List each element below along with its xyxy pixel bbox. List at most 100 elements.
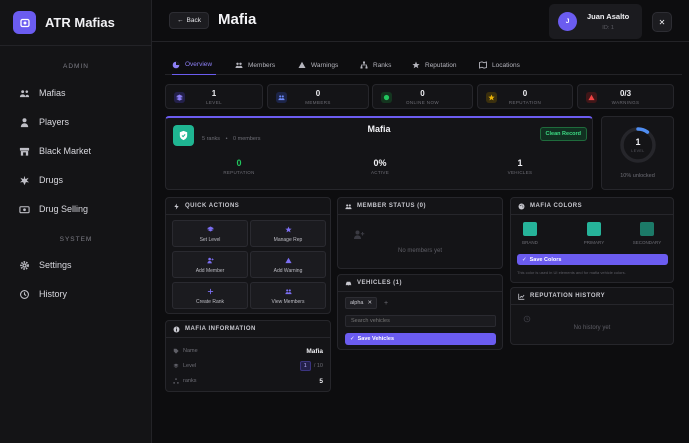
stat-value: 0 xyxy=(522,89,528,98)
info-label: Name xyxy=(173,348,198,354)
tab-locations[interactable]: Locations xyxy=(479,55,520,75)
star-icon xyxy=(284,226,292,233)
sidebar-item-mafias[interactable]: Mafias xyxy=(19,84,66,102)
tag-icon xyxy=(173,348,179,354)
mafia-meta: 5 ranks • 0 members xyxy=(202,136,261,142)
info-icon xyxy=(173,326,180,332)
level-value: 1 xyxy=(635,137,641,147)
level-ring-card: 1 LEVEL 10% unlocked xyxy=(601,116,674,190)
metric-value: 0 xyxy=(236,158,242,168)
info-label: Level xyxy=(173,363,196,369)
button-label: Save Vehicles xyxy=(357,336,394,342)
tab-warnings[interactable]: Warnings xyxy=(298,55,338,75)
metric-value: 1 xyxy=(517,158,523,168)
sidebar-item-label: Drugs xyxy=(39,175,64,185)
vehicle-chip: alpha ✕ xyxy=(345,297,378,309)
save-colors-button[interactable]: ✓ Save Colors xyxy=(517,254,668,265)
sidebar-item-settings[interactable]: Settings xyxy=(19,256,72,274)
card-title: REPUTATION HISTORY xyxy=(530,293,606,299)
secondary-color-swatch[interactable] xyxy=(640,222,654,236)
card-title: MEMBER STATUS (0) xyxy=(357,203,426,209)
vehicle-chip-label: alpha xyxy=(350,300,364,306)
brand-title: ATR Mafias xyxy=(45,15,115,30)
swatch-label: SECONDARY xyxy=(632,240,662,245)
page-title: Mafia xyxy=(218,11,257,28)
map-icon xyxy=(479,61,487,69)
mafia-colors-card: MAFIA COLORS BRAND PRIMARY SECONDARY ✓ S… xyxy=(510,197,674,283)
stat-label: LEVEL xyxy=(205,100,222,105)
tab-label: Reputation xyxy=(425,61,457,69)
history-icon xyxy=(20,289,29,299)
sidebar-item-history[interactable]: History xyxy=(19,285,67,303)
brand-color-swatch[interactable] xyxy=(523,222,537,236)
leaf-icon xyxy=(19,175,30,185)
set-level-button[interactable]: Set Level xyxy=(172,220,248,247)
info-row-level: Level 1 / 10 xyxy=(173,359,323,373)
level-stepper[interactable]: 1 / 10 xyxy=(299,361,323,371)
level-label: LEVEL xyxy=(631,149,645,153)
pie-chart-icon xyxy=(172,61,180,68)
level-input[interactable]: 1 xyxy=(299,361,311,371)
empty-state: No history yet xyxy=(573,325,611,331)
arrow-left-icon: ← xyxy=(177,17,184,24)
info-value: 5 xyxy=(319,377,323,385)
layers-icon xyxy=(173,363,179,368)
level-max: / 10 xyxy=(313,363,323,369)
metric-label: REPUTATION xyxy=(223,170,255,175)
members-count: 0 members xyxy=(233,136,261,142)
main-content: ← Back Mafia J Juan Asalto ID: 1 ✕ Overv… xyxy=(152,0,689,443)
tab-members[interactable]: Members xyxy=(235,55,275,75)
add-warning-button[interactable]: Add Warning xyxy=(250,251,326,278)
add-vehicle-button[interactable]: + xyxy=(384,297,388,309)
member-status-card: MEMBER STATUS (0) No members yet xyxy=(337,197,503,269)
sidebar-item-drugs[interactable]: Drugs xyxy=(19,171,63,189)
button-label: Add Warning xyxy=(273,268,303,274)
tab-label: Members xyxy=(248,61,276,69)
stat-value: 0/3 xyxy=(619,89,632,98)
mafia-info-card: MAFIA INFORMATION Name Mafia Level 1 / 1… xyxy=(165,320,331,392)
save-vehicles-button[interactable]: ✓ Save Vehicles xyxy=(345,333,496,345)
brand-logo-icon xyxy=(13,11,36,34)
view-members-button[interactable]: View Members xyxy=(250,282,326,309)
tab-overview[interactable]: Overview xyxy=(172,55,217,75)
manage-rep-button[interactable]: Manage Rep xyxy=(250,220,326,247)
quick-actions-card: QUICK ACTIONS Set Level Manage Rep Add M… xyxy=(165,197,331,314)
add-member-button[interactable]: Add Member xyxy=(172,251,248,278)
tab-reputation[interactable]: Reputation xyxy=(412,55,456,75)
metric-vehicles: 1 VEHICLES xyxy=(490,158,550,175)
stat-label: MEMBERS xyxy=(305,100,331,105)
user-card[interactable]: J Juan Asalto ID: 1 xyxy=(549,4,642,39)
user-id: ID: 1 xyxy=(602,25,614,31)
sidebar-item-drug-selling[interactable]: Drug Selling xyxy=(19,200,88,218)
primary-color-swatch[interactable] xyxy=(587,222,601,236)
mafia-name: Mafia xyxy=(367,124,391,134)
warning-icon xyxy=(284,257,292,264)
users-icon xyxy=(284,289,292,295)
card-title: QUICK ACTIONS xyxy=(185,203,240,209)
card-title: VEHICLES (1) xyxy=(357,280,403,286)
tab-ranks[interactable]: Ranks xyxy=(360,55,391,75)
button-label: Save Colors xyxy=(529,256,562,263)
sidebar: ATR Mafias ADMIN Mafias Players Black Ma… xyxy=(0,0,152,443)
users-icon xyxy=(345,203,352,209)
close-button[interactable]: ✕ xyxy=(652,12,672,32)
tab-label: Locations xyxy=(492,61,520,69)
stat-label: ONLINE NOW xyxy=(405,100,439,105)
card-title: MAFIA COLORS xyxy=(530,203,583,209)
create-rank-button[interactable]: Create Rank xyxy=(172,282,248,309)
sidebar-item-black-market[interactable]: Black Market xyxy=(19,142,91,160)
tab-label: Warnings xyxy=(311,61,339,69)
sidebar-item-label: Black Market xyxy=(39,146,92,156)
chart-icon xyxy=(518,293,525,300)
brand[interactable]: ATR Mafias xyxy=(0,0,151,46)
money-icon xyxy=(19,205,30,213)
swatch-label: BRAND xyxy=(522,240,538,245)
system-section-label: SYSTEM xyxy=(59,236,93,243)
vehicle-search-input[interactable] xyxy=(345,315,496,327)
stat-level: 1 LEVEL xyxy=(165,84,263,109)
back-button[interactable]: ← Back xyxy=(169,12,209,29)
mafia-overview-card: Mafia 5 ranks • 0 members Clean Record 0… xyxy=(165,116,593,190)
remove-chip-icon[interactable]: ✕ xyxy=(367,300,372,306)
layers-icon xyxy=(206,226,214,232)
sidebar-item-players[interactable]: Players xyxy=(19,113,69,131)
